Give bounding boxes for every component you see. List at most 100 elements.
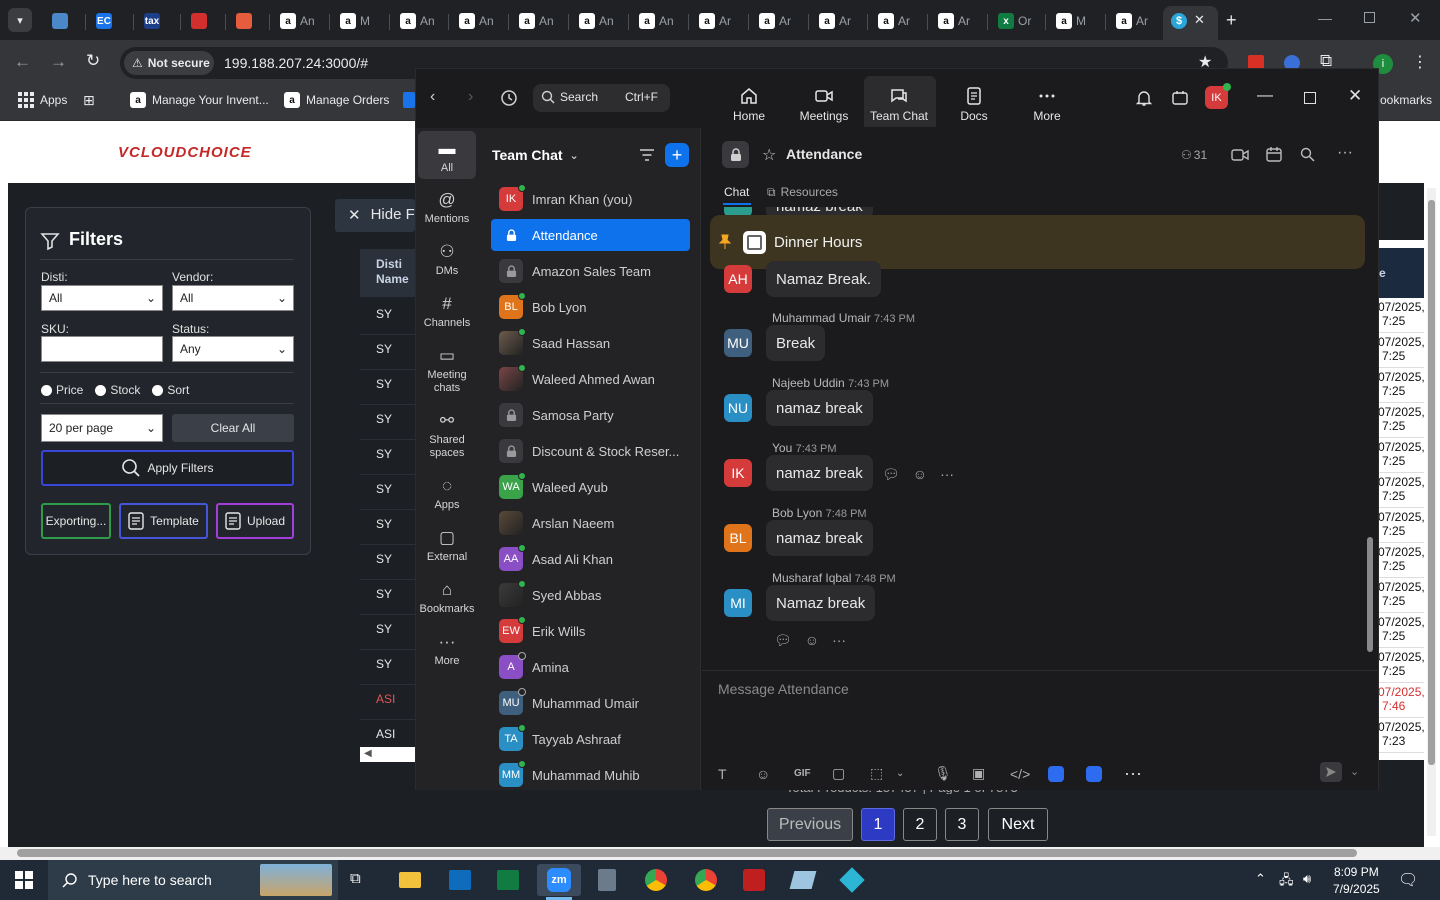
chat-list-item[interactable]: WA Waleed Ayub xyxy=(491,471,690,503)
browser-tab[interactable]: a Ar xyxy=(751,8,807,34)
search-channel-icon[interactable] xyxy=(1300,147,1315,162)
scroll-left-icon[interactable]: ◀ xyxy=(364,748,372,759)
emoji-icon[interactable]: ☺ xyxy=(756,766,794,782)
apply-filters-button[interactable]: Apply Filters xyxy=(41,450,294,486)
all-bookmarks-label[interactable]: ookmarks xyxy=(1380,93,1432,107)
chat-scrollbar-thumb[interactable] xyxy=(1367,537,1373,652)
chat-list-item[interactable]: A Amina xyxy=(491,651,690,683)
app-blue-icon[interactable] xyxy=(1048,765,1086,782)
send-button[interactable] xyxy=(1320,762,1342,782)
more-actions-icon[interactable]: ··· xyxy=(940,466,954,483)
browser-tab[interactable]: a An xyxy=(631,8,687,34)
chat-list-item[interactable]: AA Asad Ali Khan xyxy=(491,543,690,575)
history-icon[interactable] xyxy=(500,89,518,107)
browser-tab[interactable]: a An xyxy=(392,8,448,34)
minimize-icon[interactable]: — xyxy=(1318,10,1332,26)
browser-tab[interactable]: a M xyxy=(332,8,388,34)
nav-more[interactable]: More xyxy=(1013,86,1081,123)
chat-list-item[interactable]: IK Imran Khan (you) xyxy=(491,183,690,215)
reload-icon[interactable]: ↻ xyxy=(86,51,100,71)
app-blue-2-icon[interactable] xyxy=(1086,765,1124,782)
chat-list-item[interactable]: BL Bob Lyon xyxy=(491,291,690,323)
chat-list-item[interactable]: Syed Abbas xyxy=(491,579,690,611)
chat-list-item[interactable]: MU Muhammad Umair xyxy=(491,687,690,719)
rail-mentions[interactable]: @ Mentions xyxy=(417,191,477,226)
browser-tab[interactable]: a An xyxy=(571,8,627,34)
zoom-forward-icon[interactable]: › xyxy=(468,88,473,106)
disti-select[interactable]: All ⌄ xyxy=(41,285,163,311)
rail-meeting-chats[interactable]: ▭ Meeting chats xyxy=(417,347,477,395)
sku-input[interactable] xyxy=(41,336,163,362)
chrome-menu-icon[interactable]: ⋮ xyxy=(1412,52,1428,72)
bookmark-partial-icon[interactable] xyxy=(403,92,415,108)
browser-tab[interactable]: a An xyxy=(272,8,328,34)
chat-list-item[interactable]: Attendance xyxy=(491,219,690,251)
message-bubble[interactable]: namaz break xyxy=(766,390,873,426)
chat-list-item[interactable]: Amazon Sales Team xyxy=(491,255,690,287)
page-scrollbar-thumb[interactable] xyxy=(1428,200,1435,765)
show-hidden-icons[interactable]: ⌃ xyxy=(1255,871,1266,887)
chat-list-item[interactable]: Waleed Ahmed Awan xyxy=(491,363,690,395)
rail-apps[interactable]: ◌ Apps xyxy=(417,477,477,512)
message-bubble[interactable]: Namaz break xyxy=(766,585,876,621)
file-explorer-icon[interactable] xyxy=(390,864,430,896)
zoom-avatar[interactable]: IK xyxy=(1205,83,1231,109)
template-button[interactable]: Template xyxy=(119,503,208,539)
rail-channels[interactable]: # Channels xyxy=(417,295,477,330)
schedule-calendar-icon[interactable] xyxy=(1266,146,1282,162)
notification-center-icon[interactable]: 🗨︎ xyxy=(1398,870,1418,890)
new-tab-button[interactable]: + xyxy=(1226,10,1237,31)
tab-groups-icon[interactable]: ⊞ xyxy=(83,92,95,109)
reply-icon[interactable]: 💬︎ xyxy=(882,466,900,483)
star-icon[interactable]: ☆ xyxy=(762,145,776,165)
filter-list-icon[interactable] xyxy=(638,146,656,164)
browser-tab[interactable]: a Ar xyxy=(870,8,926,34)
reply-icon[interactable]: 💬︎ xyxy=(774,632,792,649)
outlook-icon[interactable] xyxy=(440,864,480,896)
rail-bookmarks[interactable]: ⌂ Bookmarks xyxy=(417,581,477,616)
chat-list-item[interactable]: TA Tayyab Ashraaf xyxy=(491,723,690,755)
per-page-select[interactable]: 20 per page ⌄ xyxy=(41,414,163,442)
chrome-icon[interactable] xyxy=(636,864,676,896)
emoji-icon[interactable]: ☺ xyxy=(805,632,819,649)
page-1-button[interactable]: 1 xyxy=(861,808,895,841)
chat-list-item[interactable]: EW Erik Wills xyxy=(491,615,690,647)
browser-tab[interactable]: x Or xyxy=(990,8,1046,34)
nav-meetings[interactable]: Meetings xyxy=(790,86,858,123)
zoom-back-icon[interactable]: ‹ xyxy=(430,88,435,106)
browser-tab[interactable]: a M xyxy=(1048,8,1104,34)
export-button[interactable]: Exporting... xyxy=(41,503,111,539)
horizontal-scrollbar-thumb[interactable] xyxy=(17,849,1357,857)
nav-home[interactable]: Home xyxy=(715,86,783,123)
video-call-icon[interactable] xyxy=(1231,148,1249,162)
chat-list-item[interactable]: MM Muhammad Muhib xyxy=(491,759,690,791)
gif-icon[interactable]: GIF xyxy=(794,768,832,779)
chevron-down-icon[interactable]: ⌄ xyxy=(896,768,934,779)
calculator-icon[interactable] xyxy=(587,864,627,896)
team-chat-header[interactable]: Team Chat ⌄ xyxy=(492,147,579,163)
tab-chat[interactable]: Chat xyxy=(724,185,749,199)
network-icon[interactable]: 🖧︎ xyxy=(1279,871,1294,893)
rail-dms[interactable]: ⚇ DMs xyxy=(417,243,477,278)
tab-search-button[interactable]: ▾ xyxy=(8,8,32,32)
close-window-icon[interactable]: ✕ xyxy=(1409,9,1422,27)
message-avatar[interactable]: IK xyxy=(724,459,752,487)
page-3-button[interactable]: 3 xyxy=(945,808,979,841)
previous-page-button[interactable]: Previous xyxy=(767,808,853,841)
code-snippet-icon[interactable]: </> xyxy=(1010,766,1048,782)
rail-more[interactable]: ··· More xyxy=(417,633,477,668)
restore-icon[interactable] xyxy=(1364,12,1375,23)
message-avatar[interactable]: MU xyxy=(724,329,752,357)
remote-app-icon[interactable] xyxy=(832,864,872,896)
video-message-icon[interactable]: ▣ xyxy=(972,765,1010,782)
radio-sort[interactable]: Sort xyxy=(152,383,189,397)
nav-team-chat[interactable]: Team Chat xyxy=(865,86,933,123)
radio-price[interactable]: Price xyxy=(41,383,83,397)
security-chip[interactable]: ⚠ Not secure xyxy=(124,51,214,75)
close-tab-icon[interactable]: ✕ xyxy=(1194,12,1205,28)
chat-list-item[interactable]: Discount & Stock Reser... xyxy=(491,435,690,467)
vendor-select[interactable]: All ⌄ xyxy=(172,285,294,311)
chat-list-item[interactable]: Samosa Party xyxy=(491,399,690,431)
new-chat-button[interactable]: + xyxy=(665,143,689,167)
volume-icon[interactable]: 🔊︎ xyxy=(1303,871,1311,887)
